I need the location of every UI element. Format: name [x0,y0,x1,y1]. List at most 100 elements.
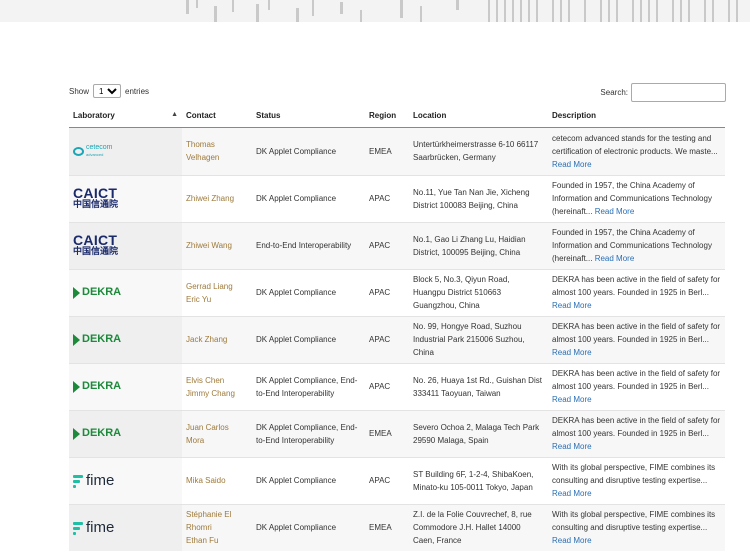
cell-description: DEKRA has been active in the field of sa… [548,268,725,316]
cell-status: DK Applet Compliance, End-to-End Interop… [252,362,365,410]
cell-laboratory: fime [69,503,182,551]
contact-name: Zhiwei Wang [186,241,232,250]
cell-description: Founded in 1957, the China Academy of In… [548,221,725,269]
table-row: DEKRA Jack Zhang DK Applet Compliance AP… [69,315,725,363]
fime-logo: fime [73,520,178,535]
entries-length-control: Show 10 entries [69,84,149,98]
table-row: CAICT 中国信通院 Zhiwei Wang End-to-End Intero… [69,221,725,269]
show-label: Show [69,86,90,96]
column-header-laboratory[interactable]: Laboratory ▲ [69,105,182,128]
cell-contact: Stéphanie El Rhomri Ethan Fu [182,503,252,551]
table-row: DEKRA Elvis Chen Jimmy Chang DK Applet Co… [69,362,725,410]
search-control: Search: [600,83,726,102]
cell-contact: Mika Saido [182,456,252,504]
description-text: DEKRA has been active in the field of sa… [552,416,721,438]
dekra-logo: DEKRA [73,286,178,299]
column-header-location[interactable]: Location [409,105,548,128]
cell-region: APAC [365,221,409,269]
read-more-link[interactable]: Read More [552,348,592,357]
description-text: cetecom advanced stands for the testing … [552,133,718,156]
contact-name: Gerrad Liang [186,281,233,291]
dekra-mark-icon [73,286,80,299]
contact-name: Mika Saido [186,476,226,485]
dekra-mark-icon [73,333,80,346]
table-controls: Show 10 entries Search: [69,83,726,103]
cell-status: DK Applet Compliance [252,456,365,504]
cell-status: DK Applet Compliance, End-to-End Interop… [252,409,365,457]
dekra-logo: DEKRA [73,333,178,346]
table-row: fime Stéphanie El Rhomri Ethan Fu DK Apple… [69,503,725,551]
cell-location: Severo Ochoa 2, Malaga Tech Park 29590 M… [409,409,548,457]
cell-laboratory: DEKRA [69,315,182,363]
contact-name: Velhagen [186,153,220,162]
fime-mark-icon [73,474,83,488]
read-more-link[interactable]: Read More [552,442,592,451]
table-header-row: Laboratory ▲ Contact Status Region Locati… [69,105,725,128]
cell-location: No.11, Yue Tan Nan Jie, Xicheng District… [409,174,548,222]
cell-location: No. 99, Hongye Road, Suzhou Industrial P… [409,315,548,363]
cell-location: ST Building 6F, 1-2-4, ShibaKoen, Minato… [409,456,548,504]
cell-description: With its global perspective, FIME combin… [548,456,725,504]
read-more-link[interactable]: Read More [595,207,635,216]
cell-contact: Thomas Velhagen [182,126,252,175]
cell-region: EMEA [365,503,409,551]
cell-contact: Zhiwei Zhang [182,174,252,222]
cell-status: DK Applet Compliance [252,126,365,175]
cell-region: APAC [365,456,409,504]
cell-status: DK Applet Compliance [252,315,365,363]
cell-laboratory: CAICT 中国信通院 [69,221,182,269]
laboratory-table: Laboratory ▲ Contact Status Region Locati… [69,105,725,551]
contact-name: Mora [186,435,205,445]
contact-name: Jimmy Chang [186,388,235,398]
cell-location: Z.I. de la Folie Couvrechef, 8, rue Comm… [409,503,548,551]
cetecom-ring-icon [73,146,84,156]
description-text: DEKRA has been active in the field of sa… [552,322,721,344]
cell-laboratory: DEKRA [69,268,182,316]
cell-status: DK Applet Compliance [252,268,365,316]
cell-region: EMEA [365,409,409,457]
sort-ascending-icon: ▲ [171,111,178,118]
contact-name: Ethan Fu [186,536,219,546]
contact-name: Eric Yu [186,294,212,304]
header-decoration-band [0,0,750,22]
column-header-region[interactable]: Region [365,105,409,128]
read-more-link[interactable]: Read More [552,536,592,545]
column-header-description[interactable]: Description [548,105,725,128]
contact-name: Juan Carlos [186,422,229,432]
contact-name: Jack Zhang [186,335,228,344]
caict-logo: CAICT 中国信通院 [73,184,119,209]
search-input[interactable] [631,83,726,102]
column-header-contact[interactable]: Contact [182,105,252,128]
table-row: CAICT 中国信通院 Zhiwei Zhang DK Applet Compli… [69,174,725,222]
fime-logo: fime [73,473,178,488]
read-more-link[interactable]: Read More [552,489,592,498]
cell-status: DK Applet Compliance [252,503,365,551]
cell-region: APAC [365,362,409,410]
cell-location: No. 26, Huaya 1st Rd., Guishan Dist 3334… [409,362,548,410]
contact-name: Elvis Chen [186,375,225,385]
read-more-link[interactable]: Read More [552,301,592,310]
cell-region: APAC [365,174,409,222]
cell-contact: Elvis Chen Jimmy Chang [182,362,252,410]
description-text: With its global perspective, FIME combin… [552,510,716,533]
dekra-mark-icon [73,380,80,393]
cell-location: Untertürkheimerstrasse 6-10 66117 Saarbr… [409,126,548,175]
description-text: DEKRA has been active in the field of sa… [552,369,721,391]
cell-description: DEKRA has been active in the field of sa… [548,362,725,410]
circuit-pattern-decoration [186,0,738,22]
cell-contact: Juan Carlos Mora [182,409,252,457]
cell-laboratory: DEKRA [69,362,182,410]
read-more-link[interactable]: Read More [595,254,635,263]
table-row: cetecom advanced Thomas Velhagen DK Applet… [69,126,725,175]
cell-location: No.1, Gao Li Zhang Lu, Haidian District,… [409,221,548,269]
cell-region: APAC [365,315,409,363]
cell-location: Block 5, No.3, Qiyun Road, Huangpu Distr… [409,268,548,316]
column-header-status[interactable]: Status [252,105,365,128]
read-more-link[interactable]: Read More [552,395,592,404]
entries-per-page-select[interactable]: 10 [93,84,122,98]
table-row: DEKRA Gerrad Liang Eric Yu DK Applet Comp… [69,268,725,316]
cell-region: EMEA [365,126,409,175]
cell-laboratory: DEKRA [69,409,182,457]
read-more-link[interactable]: Read More [552,160,592,169]
contact-name: Zhiwei Zhang [186,194,235,203]
